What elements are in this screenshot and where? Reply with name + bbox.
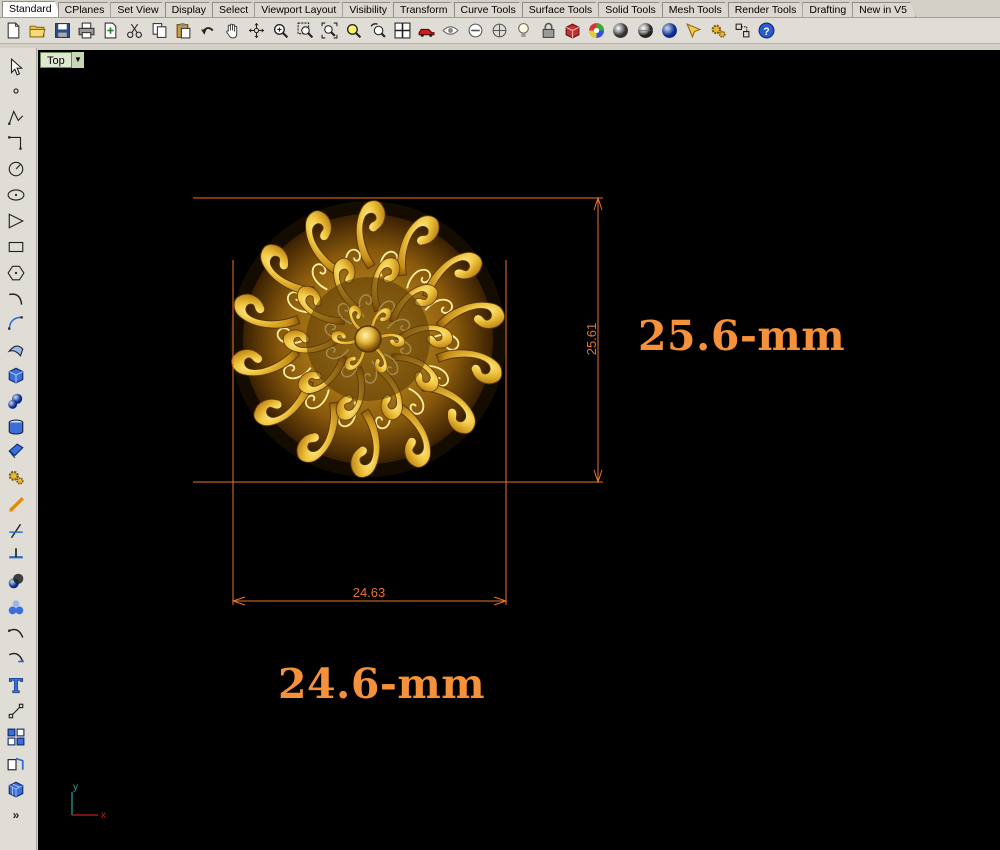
text-tool-icon[interactable]: [5, 674, 27, 696]
axis-y-label: y: [73, 782, 78, 793]
hide-object-icon[interactable]: [440, 20, 461, 41]
tab-select[interactable]: Select: [212, 2, 257, 17]
render-material-icon[interactable]: [562, 20, 583, 41]
grip-icon[interactable]: [5, 700, 27, 722]
rendered-sphere-icon[interactable]: [635, 20, 656, 41]
arc-blend-icon[interactable]: [5, 646, 27, 668]
more-tools-icon[interactable]: »: [5, 804, 27, 826]
print-icon[interactable]: [76, 20, 97, 41]
ellipse-icon[interactable]: [5, 184, 27, 206]
tab-curve-tools[interactable]: Curve Tools: [454, 2, 525, 17]
pan-hand-icon[interactable]: [222, 20, 243, 41]
line-icon[interactable]: [5, 132, 27, 154]
dimension-vertical-value: 25.61: [584, 323, 599, 356]
zoom-selected-icon[interactable]: [343, 20, 364, 41]
array-icon[interactable]: [5, 726, 27, 748]
left-toolbar: »: [0, 48, 37, 850]
undo-view-icon[interactable]: [367, 20, 388, 41]
tab-surface-tools[interactable]: Surface Tools: [522, 2, 601, 17]
dimension-tool-icon[interactable]: [683, 20, 704, 41]
top-viewport[interactable]: Top ▼ 25.61 24.63 y x 25.6-mm 24.6-mm: [38, 50, 1000, 850]
open-file-icon[interactable]: [27, 20, 48, 41]
zoom-extents-icon[interactable]: [319, 20, 340, 41]
blue-sphere-icon[interactable]: [659, 20, 680, 41]
save-icon[interactable]: [52, 20, 73, 41]
undo-icon[interactable]: [197, 20, 218, 41]
gear-settings-icon[interactable]: [708, 20, 729, 41]
fillet-icon[interactable]: [5, 494, 27, 516]
tab-set-view[interactable]: Set View: [110, 2, 167, 17]
rectangle-icon[interactable]: [5, 236, 27, 258]
lock-icon[interactable]: [538, 20, 559, 41]
surface-from-curves-icon[interactable]: [5, 338, 27, 360]
shaded-sphere-icon[interactable]: [610, 20, 631, 41]
zoom-window-icon[interactable]: [295, 20, 316, 41]
sphere-cone-icon[interactable]: [5, 390, 27, 412]
isolate-icon[interactable]: [465, 20, 486, 41]
mesh-box-icon[interactable]: [5, 778, 27, 800]
svg-text:?: ?: [763, 26, 769, 38]
polygon-center-icon[interactable]: [5, 262, 27, 284]
tab-drafting[interactable]: Drafting: [802, 2, 855, 17]
split-icon[interactable]: [5, 544, 27, 566]
axis-x-label: x: [101, 810, 106, 821]
rotate-view-icon[interactable]: [246, 20, 267, 41]
solid-box-icon[interactable]: [5, 364, 27, 386]
tab-solid-tools[interactable]: Solid Tools: [598, 2, 665, 17]
tab-visibility[interactable]: Visibility: [342, 2, 396, 17]
arc-icon[interactable]: [5, 622, 27, 644]
paste-icon[interactable]: [173, 20, 194, 41]
import-icon[interactable]: [100, 20, 121, 41]
help-icon[interactable]: ?: [756, 20, 777, 41]
select-arrow-icon[interactable]: [5, 56, 27, 78]
tab-viewport-layout[interactable]: Viewport Layout: [254, 2, 345, 17]
zoom-dynamic-icon[interactable]: [270, 20, 291, 41]
polygon-icon[interactable]: [5, 210, 27, 232]
standard-toolbar: ?: [0, 18, 1000, 44]
bulb-icon[interactable]: [513, 20, 534, 41]
polyline-icon[interactable]: [5, 106, 27, 128]
tab-transform[interactable]: Transform: [393, 2, 456, 17]
tab-display[interactable]: Display: [165, 2, 215, 17]
viewport-scene: 25.61 24.63 y x: [71, 196, 603, 821]
tab-mesh-tools[interactable]: Mesh Tools: [662, 2, 731, 17]
height-label: 25.6-mm: [638, 312, 846, 360]
grid-snap-icon[interactable]: [732, 20, 753, 41]
tab-render-tools[interactable]: Render Tools: [728, 2, 806, 17]
dimension-horizontal-value: 24.63: [353, 585, 386, 600]
rosette-ornament: [228, 200, 508, 478]
grid-view-icon[interactable]: [489, 20, 510, 41]
width-label: 24.6-mm: [278, 660, 486, 708]
join-parts-icon[interactable]: [5, 596, 27, 618]
boolean-icon[interactable]: [5, 570, 27, 592]
freeform-curve-icon[interactable]: [5, 312, 27, 334]
world-axes-icon: y x: [71, 782, 106, 821]
toolbar-tab-strip: Standard CPlanes Set View Display Select View…: [0, 0, 1000, 18]
circle-icon[interactable]: [5, 158, 27, 180]
cylinder-icon[interactable]: [5, 416, 27, 438]
new-file-icon[interactable]: [3, 20, 24, 41]
four-viewports-icon[interactable]: [392, 20, 413, 41]
block-icon[interactable]: [5, 752, 27, 774]
tab-standard[interactable]: Standard: [2, 1, 61, 17]
tab-cplanes[interactable]: CPlanes: [58, 2, 114, 17]
extrude-surface-icon[interactable]: [5, 440, 27, 462]
car-object-icon[interactable]: [416, 20, 437, 41]
copy-icon[interactable]: [149, 20, 170, 41]
curve-icon[interactable]: [5, 288, 27, 310]
color-wheel-icon[interactable]: [586, 20, 607, 41]
point-icon[interactable]: [5, 80, 27, 102]
tab-new-in-v5[interactable]: New in V5: [852, 2, 916, 17]
trim-icon[interactable]: [5, 520, 27, 542]
cut-icon[interactable]: [124, 20, 145, 41]
gear-icon[interactable]: [5, 466, 27, 488]
